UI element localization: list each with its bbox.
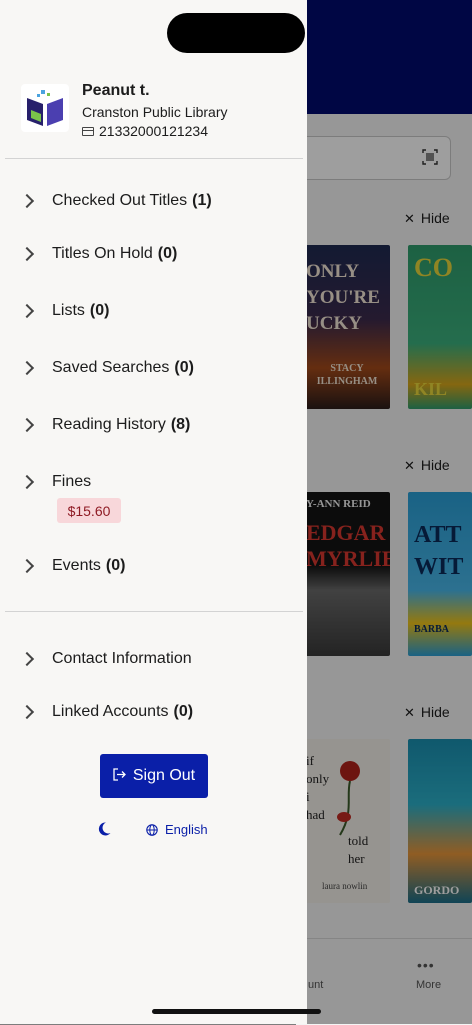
chevron-right-icon	[19, 474, 35, 490]
dark-mode-toggle[interactable]	[96, 821, 112, 837]
chevron-right-icon	[19, 303, 35, 319]
chevron-right-icon	[19, 193, 35, 209]
language-selector[interactable]: English	[146, 822, 208, 837]
chevron-right-icon	[19, 558, 35, 574]
menu-reading-history[interactable]: Reading History (8)	[19, 410, 292, 440]
menu-lists[interactable]: Lists (0)	[19, 296, 292, 326]
scrim-overlay[interactable]	[307, 0, 472, 1024]
menu-saved-searches[interactable]: Saved Searches (0)	[19, 353, 292, 383]
chevron-right-icon	[19, 651, 35, 667]
credit-card-icon	[82, 126, 94, 136]
chevron-right-icon	[19, 246, 35, 262]
navigation-drawer: Peanut t. Cranston Public Library 213320…	[0, 0, 307, 1024]
divider	[5, 158, 303, 159]
camera-notch	[167, 13, 305, 53]
menu-linked-accounts[interactable]: Linked Accounts (0)	[19, 697, 292, 727]
menu-fines[interactable]: Fines	[19, 467, 292, 497]
menu-events[interactable]: Events (0)	[19, 551, 292, 581]
user-name: Peanut t.	[82, 82, 150, 99]
home-indicator	[152, 1009, 321, 1014]
sign-out-button[interactable]: Sign Out	[100, 754, 208, 798]
chevron-right-icon	[19, 417, 35, 433]
chevron-right-icon	[19, 360, 35, 376]
library-logo	[21, 84, 69, 132]
fines-amount-badge: $15.60	[57, 498, 121, 523]
globe-icon	[146, 823, 158, 836]
library-name: Cranston Public Library	[82, 104, 228, 120]
profile-section: Peanut t. Cranston Public Library 213320…	[21, 80, 301, 144]
chevron-right-icon	[19, 704, 35, 720]
menu-titles-on-hold[interactable]: Titles On Hold (0)	[19, 239, 292, 269]
card-number: 21332000121234	[99, 123, 209, 139]
divider	[5, 611, 303, 612]
moon-icon	[98, 822, 111, 836]
menu-contact-information[interactable]: Contact Information	[19, 644, 292, 674]
sign-out-icon	[113, 768, 126, 784]
library-card: 21332000121234	[82, 123, 208, 139]
menu-checked-out[interactable]: Checked Out Titles (1)	[19, 186, 292, 216]
